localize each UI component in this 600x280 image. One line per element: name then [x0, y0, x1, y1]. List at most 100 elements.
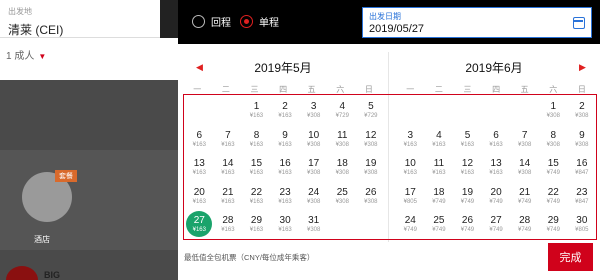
day-cell[interactable]: 1 ¥308	[539, 96, 568, 125]
day-cell[interactable]: 11 ¥308	[328, 125, 357, 154]
day-number: 5	[368, 101, 374, 112]
day-cell[interactable]: 4 ¥163	[425, 125, 454, 154]
day-cell[interactable]: 8 ¥163	[242, 125, 271, 154]
day-price: ¥163	[278, 227, 292, 234]
day-cell[interactable]: 22 ¥163	[242, 182, 271, 211]
day-cell[interactable]: 24 ¥308	[299, 182, 328, 211]
day-number: 25	[336, 186, 348, 198]
day-number: 14	[519, 158, 531, 170]
day-price: ¥749	[546, 227, 560, 234]
day-cell[interactable]: 10 ¥163	[396, 153, 425, 182]
day-cell[interactable]: 9 ¥308	[568, 125, 597, 154]
day-cell[interactable]: 29 ¥749	[539, 210, 568, 239]
day-cell[interactable]: 7 ¥163	[214, 125, 243, 154]
day-cell[interactable]: 6 ¥163	[185, 125, 214, 154]
day-cell[interactable]: 3 ¥163	[396, 125, 425, 154]
day-cell[interactable]: 30 ¥163	[271, 210, 300, 239]
day-price: ¥805	[575, 227, 589, 234]
day-price: ¥308	[517, 141, 532, 148]
day-cell[interactable]: 25 ¥308	[328, 182, 357, 211]
day-cell-selected[interactable]: 27 ¥163	[185, 210, 214, 239]
day-cell[interactable]: 7 ¥308	[510, 125, 539, 154]
day-cell[interactable]: 15 ¥163	[242, 153, 271, 182]
empty-cell	[453, 96, 482, 125]
day-price: ¥163	[432, 170, 446, 177]
day-cell[interactable]: 12 ¥163	[453, 153, 482, 182]
day-cell[interactable]: 26 ¥749	[453, 210, 482, 239]
day-cell[interactable]: 16 ¥847	[568, 153, 597, 182]
day-price: ¥163	[221, 227, 235, 234]
day-cell[interactable]: 3 ¥308	[299, 96, 328, 125]
day-cell[interactable]: 22 ¥749	[539, 182, 568, 211]
day-cell[interactable]: 1 ¥163	[242, 96, 271, 125]
day-cell[interactable]: 19 ¥749	[453, 182, 482, 211]
day-cell[interactable]: 16 ¥163	[271, 153, 300, 182]
day-price: ¥847	[575, 198, 589, 205]
depart-date-field[interactable]: 出发日期 2019/05/27	[362, 7, 592, 38]
day-price: ¥847	[575, 170, 589, 177]
day-price: ¥163	[432, 141, 446, 148]
return-label: 回程	[211, 18, 231, 29]
day-cell[interactable]: 26 ¥308	[357, 182, 386, 211]
day-cell[interactable]: 18 ¥308	[328, 153, 357, 182]
day-cell[interactable]: 21 ¥749	[510, 182, 539, 211]
day-cell[interactable]: 30 ¥805	[568, 210, 597, 239]
day-cell[interactable]: 17 ¥805	[396, 182, 425, 211]
day-cell[interactable]: 15 ¥749	[539, 153, 568, 182]
day-cell[interactable]: 6 ¥163	[482, 125, 511, 154]
day-cell[interactable]: 11 ¥163	[425, 153, 454, 182]
radio-icon	[240, 15, 253, 28]
day-cell[interactable]: 13 ¥163	[482, 153, 511, 182]
empty-cell	[396, 96, 425, 125]
package-badge: 套餐	[55, 170, 77, 182]
day-cell[interactable]: 17 ¥308	[299, 153, 328, 182]
day-cell[interactable]: 14 ¥163	[214, 153, 243, 182]
day-number: 17	[308, 158, 320, 170]
day-cell[interactable]: 28 ¥749	[510, 210, 539, 239]
day-cell[interactable]: 2 ¥308	[568, 96, 597, 125]
day-cell[interactable]: 12 ¥308	[357, 125, 386, 154]
day-cell[interactable]: 2 ¥163	[271, 96, 300, 125]
day-cell[interactable]: 23 ¥163	[271, 182, 300, 211]
day-cell[interactable]: 23 ¥847	[568, 182, 597, 211]
hotel-label: 酒店	[34, 235, 50, 244]
day-number: 4	[339, 101, 346, 112]
day-cell[interactable]: 13 ¥163	[185, 153, 214, 182]
done-button[interactable]: 完成	[548, 243, 593, 271]
day-cell[interactable]: 9 ¥163	[271, 125, 300, 154]
day-cell[interactable]: 18 ¥749	[425, 182, 454, 211]
day-price: ¥163	[249, 170, 264, 177]
day-number: 28	[519, 215, 531, 227]
depart-date-value: 2019/05/27	[369, 23, 425, 35]
dropdown-caret-icon: ▼	[38, 52, 47, 61]
day-number: 8	[253, 129, 260, 141]
day-price: ¥163	[278, 170, 292, 177]
day-cell[interactable]: 5 ¥729	[357, 96, 386, 125]
day-cell[interactable]: 25 ¥749	[425, 210, 454, 239]
day-cell[interactable]: 21 ¥163	[214, 182, 243, 211]
day-cell[interactable]: 31 ¥308	[299, 210, 328, 239]
day-cell[interactable]: 20 ¥163	[185, 182, 214, 211]
day-number: 15	[547, 158, 559, 170]
day-cell[interactable]: 5 ¥163	[453, 125, 482, 154]
day-price: ¥163	[489, 141, 503, 148]
day-cell[interactable]: 10 ¥308	[299, 125, 328, 154]
day-price: ¥308	[335, 198, 349, 205]
empty-cell	[185, 96, 214, 125]
passenger-selector[interactable]: 1 成人 ▼	[6, 47, 46, 62]
day-price: ¥308	[306, 198, 321, 205]
oneway-radio[interactable]: 单程	[240, 14, 279, 29]
day-cell[interactable]: 28 ¥163	[214, 210, 243, 239]
calendar-icon[interactable]	[573, 17, 585, 29]
day-price: ¥749	[517, 227, 532, 234]
day-cell[interactable]: 19 ¥308	[357, 153, 386, 182]
day-cell[interactable]: 8 ¥308	[539, 125, 568, 154]
day-cell[interactable]: 14 ¥308	[510, 153, 539, 182]
day-cell[interactable]: 24 ¥749	[396, 210, 425, 239]
day-cell[interactable]: 4 ¥729	[328, 96, 357, 125]
day-cell[interactable]: 20 ¥749	[482, 182, 511, 211]
return-radio[interactable]: 回程	[192, 14, 231, 29]
day-cell[interactable]: 27 ¥749	[482, 210, 511, 239]
origin-field[interactable]: 出发地 清莱 (CEI)	[0, 0, 178, 38]
day-cell[interactable]: 29 ¥163	[242, 210, 271, 239]
